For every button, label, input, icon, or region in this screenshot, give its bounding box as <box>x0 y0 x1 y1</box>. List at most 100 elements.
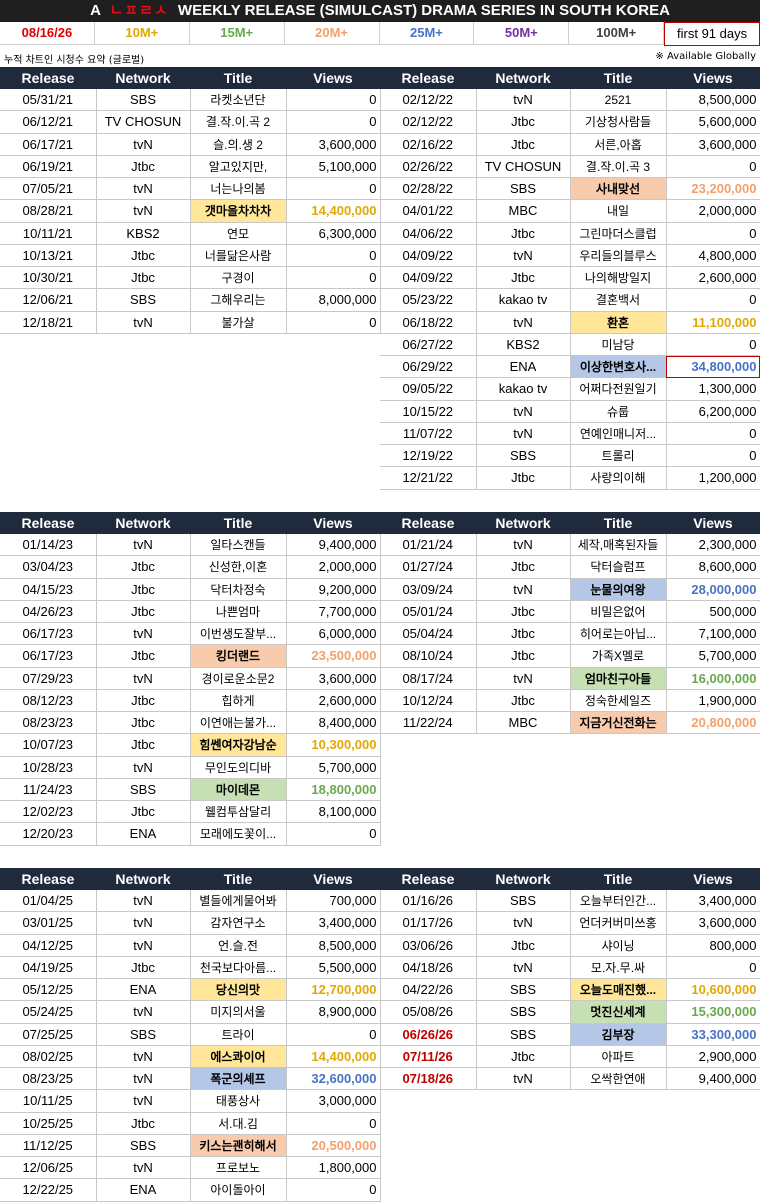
title-cell: 당신의맛 <box>190 978 287 1002</box>
column-header-views[interactable]: Views <box>666 868 760 890</box>
network-cell: Jtbc <box>476 110 571 134</box>
column-header-network[interactable]: Network <box>476 512 570 534</box>
subnote: 누적 차트인 시청수 요약 (글로벌) <box>4 55 145 66</box>
column-header-views[interactable]: Views <box>286 868 380 890</box>
network-logo: ㄴㅍㄹㅅ <box>109 2 169 19</box>
column-header-title[interactable]: Title <box>570 67 666 89</box>
release-cell: 12/20/23 <box>0 822 97 846</box>
title-cell: 이번생도잘부... <box>190 622 287 646</box>
table-header: Release Network Title Views <box>380 868 760 890</box>
table-row: 01/21/24 tvN 세작,매혹된자들 2,300,000 <box>380 534 760 557</box>
title-cell: 내일 <box>570 199 667 223</box>
views-cell: 8,900,000 <box>286 1000 381 1024</box>
column-header-title[interactable]: Title <box>570 512 666 534</box>
column-header-release[interactable]: Release <box>380 512 476 534</box>
network-cell: Jtbc <box>96 555 191 579</box>
column-header-title[interactable]: Title <box>570 868 666 890</box>
page-title-bar: A ㄴㅍㄹㅅ WEEKLY RELEASE (SIMULCAST) DRAMA … <box>0 0 760 22</box>
table-row: 01/14/23 tvN 일타스캔들 9,400,000 <box>0 534 381 557</box>
release-cell: 06/29/22 <box>380 355 477 379</box>
column-header-release[interactable]: Release <box>0 868 96 890</box>
column-header-network[interactable]: Network <box>476 868 570 890</box>
title-cell: 오늘도매진했... <box>570 978 667 1002</box>
column-header-views[interactable]: Views <box>666 512 760 534</box>
column-header-release[interactable]: Release <box>0 67 96 89</box>
title-cell: 나의해방일지 <box>570 266 667 290</box>
release-table: Release Network Title Views 01/21/24 tvN 세작,매혹… <box>380 512 760 735</box>
views-cell: 800,000 <box>666 934 760 957</box>
release-cell: 10/25/25 <box>0 1112 97 1135</box>
table-row: 09/05/22 kakao tv 어쩌다전원일기 1,300,000 <box>380 377 760 401</box>
views-cell: 0 <box>286 311 381 334</box>
column-header-release[interactable]: Release <box>0 512 96 534</box>
network-cell: Jtbc <box>96 266 191 290</box>
network-cell: tvN <box>476 89 571 112</box>
network-cell: Jtbc <box>96 1112 191 1135</box>
title-cell: 너는나의봄 <box>190 177 287 201</box>
release-cell: 06/17/23 <box>0 622 97 646</box>
release-table: Release Network Title Views 01/14/23 tvN 일타스캔들… <box>0 512 381 846</box>
title-cell: 히어로는아닙... <box>570 622 667 646</box>
table-row: 01/27/24 Jtbc 닥터슬럼프 8,600,000 <box>380 555 760 579</box>
column-header-title[interactable]: Title <box>190 512 286 534</box>
views-cell: 8,500,000 <box>666 89 760 112</box>
title-cell: 알고있지만, <box>190 155 287 179</box>
column-header-network[interactable]: Network <box>96 868 190 890</box>
views-cell: 0 <box>286 177 381 201</box>
table-row: 07/05/21 tvN 너는나의봄 0 <box>0 177 381 201</box>
table-row: 12/19/22 SBS 트롤리 0 <box>380 444 760 468</box>
release-table: Release Network Title Views 01/04/25 tvN 별들에게물… <box>0 868 381 1202</box>
title-cell: 닥터슬럼프 <box>570 555 667 579</box>
table-row: 01/04/25 tvN 별들에게물어봐 700,000 <box>0 890 381 913</box>
column-header-network[interactable]: Network <box>476 67 570 89</box>
legend-bar: 08/16/26 10M+ 15M+ 20M+ 25M+ 50M+ 100M+ first 9… <box>0 22 760 46</box>
table-row: 06/26/26 SBS 김부장 33,300,000 <box>380 1023 760 1046</box>
column-header-views[interactable]: Views <box>666 67 760 89</box>
title-cell: 트롤리 <box>570 444 667 468</box>
title-cell: 미지의서울 <box>190 1000 287 1024</box>
release-cell: 04/18/26 <box>380 956 477 980</box>
title-cell: 힙하게 <box>190 689 287 713</box>
title-cell: 기상청사람들 <box>570 110 667 134</box>
column-header-release[interactable]: Release <box>380 67 476 89</box>
table-row: 04/09/22 tvN 우리들의블루스 4,800,000 <box>380 244 760 268</box>
release-cell: 10/11/25 <box>0 1089 97 1113</box>
column-header-network[interactable]: Network <box>96 512 190 534</box>
title-cell: 서른,아홉 <box>570 133 667 156</box>
release-cell: 06/17/23 <box>0 644 97 668</box>
release-cell: 04/26/23 <box>0 600 97 624</box>
table-row: 12/02/23 Jtbc 웰컴투삼달리 8,100,000 <box>0 800 381 824</box>
table-row: 05/31/21 SBS 라켓소년단 0 <box>0 89 381 112</box>
network-cell: SBS <box>96 89 191 112</box>
network-cell: Jtbc <box>96 600 191 624</box>
legend-item: 10M+ <box>94 22 190 45</box>
title-cell: 구경이 <box>190 266 287 290</box>
release-cell: 12/19/22 <box>380 444 477 468</box>
column-header-release[interactable]: Release <box>380 868 476 890</box>
views-cell: 34,800,000 <box>666 355 760 379</box>
network-cell: SBS <box>476 444 571 468</box>
network-cell: tvN <box>476 578 571 601</box>
release-cell: 12/06/21 <box>0 288 97 312</box>
table-header: Release Network Title Views <box>0 512 380 534</box>
network-cell: Jtbc <box>96 644 191 668</box>
table-row: 04/12/25 tvN 언.슬.전 8,500,000 <box>0 934 381 957</box>
table-row: 06/12/21 TV CHOSUN 결.작.이.곡 20 <box>0 110 381 134</box>
column-header-views[interactable]: Views <box>286 512 380 534</box>
views-cell: 0 <box>286 1178 381 1202</box>
table-row: 02/12/22 Jtbc 기상청사람들 5,600,000 <box>380 110 760 134</box>
column-header-title[interactable]: Title <box>190 67 286 89</box>
title-cell: 그해우리는 <box>190 288 287 312</box>
title-cell: 라켓소년단 <box>190 89 287 112</box>
column-header-views[interactable]: Views <box>286 67 380 89</box>
column-header-title[interactable]: Title <box>190 868 286 890</box>
table-row: 07/25/25 SBS 트라이 0 <box>0 1023 381 1046</box>
table-row: 10/25/25 Jtbc 서.대.김 0 <box>0 1112 381 1135</box>
table-row: 04/22/26 SBS 오늘도매진했... 10,600,000 <box>380 978 760 1002</box>
views-cell: 0 <box>666 288 760 312</box>
network-cell: tvN <box>96 199 191 223</box>
column-header-network[interactable]: Network <box>96 67 190 89</box>
title-cell: 신성한,이혼 <box>190 555 287 579</box>
views-cell: 0 <box>286 1112 381 1135</box>
network-cell: ENA <box>96 978 191 1002</box>
